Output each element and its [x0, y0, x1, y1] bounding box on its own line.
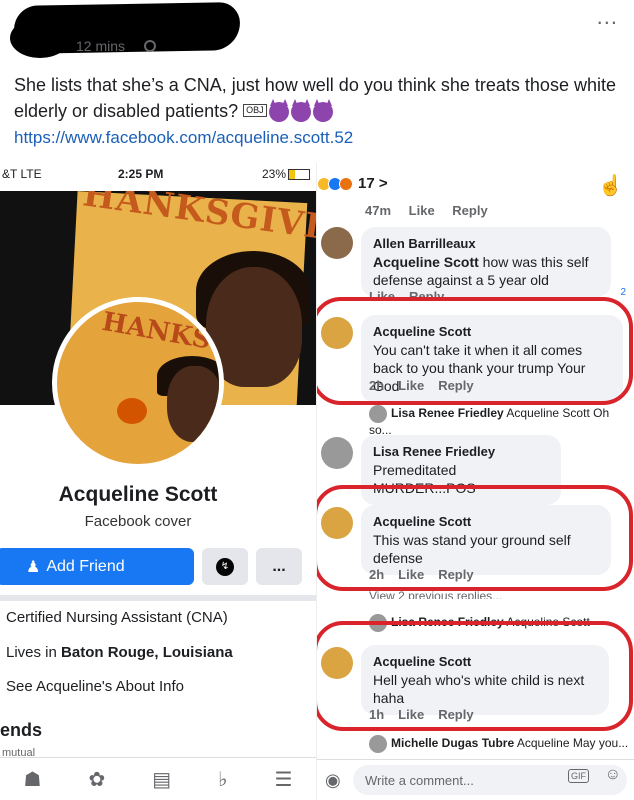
profile-screenshot: &T LTE 2:25 PM 23% HANKSGIVIN HANKSGIVI … [0, 163, 316, 800]
groups-icon[interactable]: ✿ [88, 767, 105, 792]
comment-bubble: Allen Barrilleaux Acqueline Scott how wa… [361, 227, 611, 297]
add-person-icon: ♟ [26, 558, 41, 576]
friends-heading: ends [0, 720, 43, 740]
highlight-oval [317, 621, 633, 731]
battery-icon [288, 169, 311, 181]
thumbs-up-icon[interactable]: ☝ [598, 173, 623, 198]
reply-link[interactable]: Reply [452, 203, 487, 218]
post-text: She lists that she’s a CNA, just how wel… [14, 72, 624, 124]
devil-emoji-icon [268, 99, 289, 123]
reaction-count: 17 > [358, 175, 388, 192]
avatar [369, 405, 387, 423]
info-location: Lives in Baton Rouge, Louisiana [6, 644, 233, 661]
info-work: Certified Nursing Assistant (CNA) [6, 609, 228, 626]
angry-react-icon [339, 176, 353, 191]
bottom-nav: ☗ ✿ ▤ ♭ ☰ [0, 757, 316, 800]
divider [0, 595, 316, 601]
post-options-button[interactable]: ... [597, 4, 618, 30]
avatar [369, 735, 387, 753]
avatar[interactable] [321, 227, 353, 259]
post-time: 12 mins [76, 38, 126, 54]
comment-meta: 47m Like Reply [365, 203, 488, 218]
view-previous-replies[interactable]: View 2 previous replies... [369, 589, 502, 599]
reply-preview[interactable]: Lisa Renee Friedley Acqueline Scott Oh s… [369, 405, 634, 437]
reaction-badge: 2 [620, 287, 626, 298]
status-bar: &T LTE 2:25 PM 23% [0, 163, 316, 185]
reply-preview[interactable]: Michelle Dugas Tubre Acqueline May you..… [369, 735, 628, 753]
devil-emoji-icon [312, 99, 333, 123]
like-link[interactable]: Like [409, 203, 435, 218]
globe-icon [144, 40, 156, 52]
profile-subtitle: Facebook cover [84, 513, 192, 530]
highlight-oval [317, 297, 633, 405]
highlight-oval [317, 485, 633, 591]
avatar[interactable] [321, 437, 353, 469]
add-friend-button[interactable]: ♟ Add Friend [0, 548, 194, 585]
pumpkin-shape [117, 398, 147, 424]
messenger-icon: ↯ [216, 557, 234, 576]
profile-picture[interactable]: HANKSGIVI [52, 297, 224, 469]
more-options-button[interactable]: ... [256, 548, 302, 585]
status-time: 2:25 PM [118, 167, 164, 181]
post-link[interactable]: https://www.facebook.com/acqueline.scott… [14, 128, 353, 148]
comments-screenshot: 17 > ☝ 47m Like Reply Allen Barrilleaux … [316, 163, 634, 800]
gif-button[interactable]: GIF [568, 769, 589, 783]
profile-name: Acqueline Scott [58, 483, 218, 506]
bell-icon[interactable]: ♭ [218, 767, 227, 792]
emoji-placeholder: OBJ [243, 104, 267, 117]
add-friend-label: Add Friend [46, 557, 125, 575]
menu-icon[interactable]: ☰ [275, 767, 293, 792]
comment-input-bar: ◉ Write a comment... GIF ☺ [317, 759, 634, 800]
messenger-button[interactable]: ↯ [202, 548, 248, 585]
camera-icon[interactable]: ◉ [325, 770, 341, 791]
news-icon[interactable]: ▤ [152, 767, 171, 792]
redacted-avatar [10, 18, 70, 58]
reaction-summary[interactable]: 17 > [317, 175, 388, 192]
see-about-info-link[interactable]: See Acqueline's About Info [6, 678, 184, 695]
profile-face [167, 366, 219, 442]
devil-emoji-icon [290, 99, 311, 123]
post-header: 12 mins ... [0, 0, 634, 60]
battery: 23% [262, 167, 311, 181]
carrier: &T LTE [2, 167, 42, 181]
marketplace-icon[interactable]: ☗ [24, 767, 42, 792]
reaction-bar: 17 > ☝ [317, 163, 634, 199]
emoji-icon[interactable]: ☺ [605, 766, 621, 784]
